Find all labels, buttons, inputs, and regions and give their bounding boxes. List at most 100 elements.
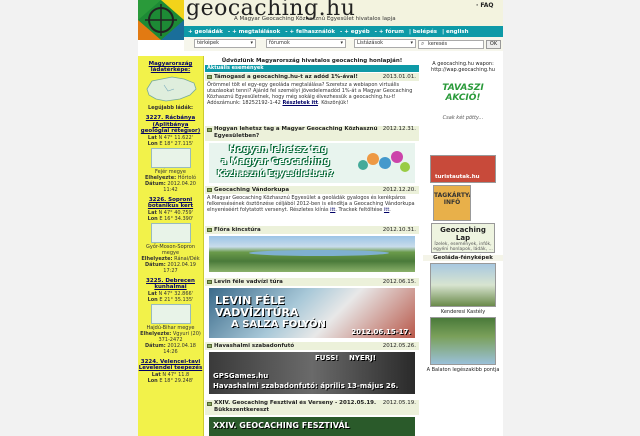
banner-line: FUSS! xyxy=(315,354,339,362)
news-title[interactable]: Geocaching Vándorkupa xyxy=(214,187,289,193)
news-bullet-icon xyxy=(207,280,212,284)
festival-banner[interactable]: XXIV. GEOCACHING FESZTIVÁL xyxy=(209,417,415,436)
main-content: Üdvözlünk Magyarország hivatalos geocach… xyxy=(205,56,419,436)
banner-line: A SALZA FOLYÓN xyxy=(231,319,326,330)
nav-item-login[interactable]: | belépés xyxy=(409,29,437,35)
cache-lon: Lon E 21° 35.135' xyxy=(147,296,194,303)
flora-photo[interactable] xyxy=(209,236,415,272)
cache-placer: Elhelyezte: Vgyuri (20) 371-2472 xyxy=(140,330,201,343)
spring-promo-ad[interactable]: TAVASZI AKCIÓ! Csak két pötty... xyxy=(428,75,498,153)
mini-map[interactable] xyxy=(150,222,191,243)
news-bullet-icon xyxy=(207,75,212,79)
banner-line: XXIV. GEOCACHING FESZTIVÁL xyxy=(213,421,350,430)
forums-select[interactable]: fórumok xyxy=(266,39,346,48)
news-header: XXIV. Geocaching Fesztivál és Verseny - … xyxy=(205,400,419,415)
news-item: Támogasd a geocaching.hu-t az adód 1%-áv… xyxy=(205,73,419,107)
membership-card-ad[interactable]: TAGKÁRTYA INFÓ xyxy=(433,185,471,221)
banner-line: Közhasznú Egyesületben? xyxy=(217,169,334,178)
latest-caches-label: Legújabb ládák: xyxy=(147,105,194,111)
cache-lon: Lon E 16° 34.390' xyxy=(147,215,194,222)
news-header: Hogyan lehetsz tag a Magyar Geocaching K… xyxy=(205,126,419,141)
nav-item-users[interactable]: - + felhasználók xyxy=(285,29,335,35)
news-bullet-icon xyxy=(207,402,212,406)
hungary-map-icon[interactable] xyxy=(144,75,198,103)
news-title[interactable]: XXIV. Geocaching Fesztivál és Verseny - … xyxy=(214,400,376,413)
news-date: 2012.05.19. xyxy=(382,400,416,406)
nav-item-english[interactable]: | english xyxy=(442,29,468,35)
cache-title[interactable]: 3227. Rácbánya (Aplitbánya geológiai rét… xyxy=(138,115,203,135)
rafting-banner[interactable]: LEVIN FÉLE VADVÍZITÚRA A SALZA FOLYÓN 20… xyxy=(209,288,415,338)
news-title[interactable]: Hogyan lehetsz tag a Magyar Geocaching K… xyxy=(214,126,378,139)
nav-item-forum[interactable]: - + fórum xyxy=(375,29,404,35)
cache-title[interactable]: 3226. Soproni botanikus kert xyxy=(138,197,203,210)
maps-select[interactable]: térképek xyxy=(194,39,256,48)
banner-line: 2012.06.15-17. xyxy=(351,328,411,336)
country-map-link[interactable]: Magyarország ládatérképe: xyxy=(138,61,203,73)
ad-label: Ízelek, események, infók, egyéni honlapo… xyxy=(433,242,493,252)
cache-title[interactable]: 3224. Velencei-tavi Levelendei teepezés xyxy=(138,359,203,372)
news-body: Örömmel tölt el egy-egy geoláda megtalál… xyxy=(207,82,413,106)
details-link[interactable]: Részletek itt xyxy=(282,100,318,106)
listings-select[interactable]: Listázások xyxy=(354,39,416,48)
promo-small: Csak két pötty... xyxy=(442,115,484,121)
banner-line: VADVÍZITÚRA xyxy=(215,306,299,319)
news-date: 2012.06.15. xyxy=(382,279,416,285)
wap-info[interactable]: A geocaching.hu wapon: http://wap.geocac… xyxy=(423,61,503,73)
search-input[interactable]: keresés xyxy=(418,40,484,49)
banner-line: a Magyar Geocaching xyxy=(221,157,330,167)
ad-label: INFÓ xyxy=(443,199,461,206)
news-title[interactable]: Havashalmi szabadonfutó xyxy=(214,343,294,349)
gpsgames-banner[interactable]: FUSS! NYERJ! GPSGames.hu Havashalmi szab… xyxy=(209,352,415,394)
cache-entry: 3226. Soproni botanikus kert Lat N 47° 4… xyxy=(138,197,203,274)
ad-label: Geocaching Lap xyxy=(440,226,486,242)
nav-item-caches[interactable]: + geoládák xyxy=(188,29,223,35)
section-header: Aktuális események xyxy=(205,65,419,72)
faq-link[interactable]: · FAQ xyxy=(476,2,494,9)
news-item: Levin féle vadvízi túra 2012.06.15. LEVI… xyxy=(205,278,419,340)
header: geocaching.hu A Magyar Geocaching Közhas… xyxy=(138,0,503,40)
banner-line: Havashalmi szabadonfutó: április 13-máju… xyxy=(213,382,399,390)
news-date: 2013.01.01. xyxy=(382,74,416,80)
news-title[interactable]: Levin féle vadvízi túra xyxy=(214,279,283,285)
news-title[interactable]: Támogasd a geocaching.hu-t az adód 1%-áv… xyxy=(214,74,358,80)
news-date: 2012.05.26. xyxy=(382,343,416,349)
photo-thumbnail[interactable] xyxy=(430,263,496,307)
banner-line: GPSGames.hu xyxy=(213,372,269,380)
membership-banner[interactable]: Hogyan lehetsz tag a Magyar Geocaching K… xyxy=(209,143,415,183)
ad-label: TAGKÁRTYA xyxy=(434,192,471,199)
promo-line: TAVASZI xyxy=(442,83,484,93)
left-sidebar: Magyarország ládatérképe: Legújabb ládák… xyxy=(138,56,204,436)
news-date: 2012.12.31. xyxy=(382,126,416,132)
cache-county: Győr-Moson-Sopron megye xyxy=(145,243,196,256)
right-sidebar: A geocaching.hu wapon: http://wap.geocac… xyxy=(423,56,503,436)
cache-entry: 3227. Rácbánya (Aplitbánya geológiai rét… xyxy=(138,115,203,193)
cache-lon: Lon E 18° 29.248' xyxy=(147,377,194,384)
news-item: Flóra kincstúra 2012.10.31. xyxy=(205,226,419,274)
mini-map[interactable] xyxy=(150,147,191,168)
banner-line: NYERJ! xyxy=(349,354,376,362)
photo-thumbnail[interactable] xyxy=(430,317,496,365)
logo-icon[interactable] xyxy=(138,0,184,40)
news-item: Hogyan lehetsz tag a Magyar Geocaching K… xyxy=(205,126,419,185)
news-bullet-icon xyxy=(207,344,212,348)
news-title[interactable]: Flóra kincstúra xyxy=(214,227,261,233)
promo-line: AKCIÓ! xyxy=(445,93,481,103)
nav-item-other[interactable]: - + egyéb xyxy=(340,29,370,35)
turistautak-ad[interactable]: turistautak.hu xyxy=(430,155,496,183)
news-item: Geocaching Vándorkupa 2012.12.20. A Magy… xyxy=(205,186,419,214)
news-bullet-icon xyxy=(207,228,212,232)
news-bullet-icon xyxy=(207,188,212,192)
banner-line: Hogyan lehetsz tag xyxy=(229,145,328,155)
news-header: Támogasd a geocaching.hu-t az adód 1%-áv… xyxy=(205,73,419,81)
ok-button[interactable]: OK xyxy=(486,40,501,49)
news-body: A Magyar Geocaching Közhasznú Egyesület … xyxy=(207,195,415,213)
news-header: Levin féle vadvízi túra 2012.06.15. xyxy=(205,278,419,286)
news-bullet-icon xyxy=(207,128,212,132)
photo-caption: Kenderesi Kastély xyxy=(440,309,486,315)
cache-date: Dátum: 2012.04.18 14:26 xyxy=(145,342,196,355)
cache-title[interactable]: 3225. Debrecen kunhalmai xyxy=(138,278,203,291)
mini-map[interactable] xyxy=(150,303,191,324)
news-item: Havashalmi szabadonfutó 2012.05.26. FUSS… xyxy=(205,342,419,396)
nav-item-finds[interactable]: - + megtalálások xyxy=(228,29,280,35)
geocaching-lap-ad[interactable]: Geocaching Lap Ízelek, események, infók,… xyxy=(431,223,495,253)
